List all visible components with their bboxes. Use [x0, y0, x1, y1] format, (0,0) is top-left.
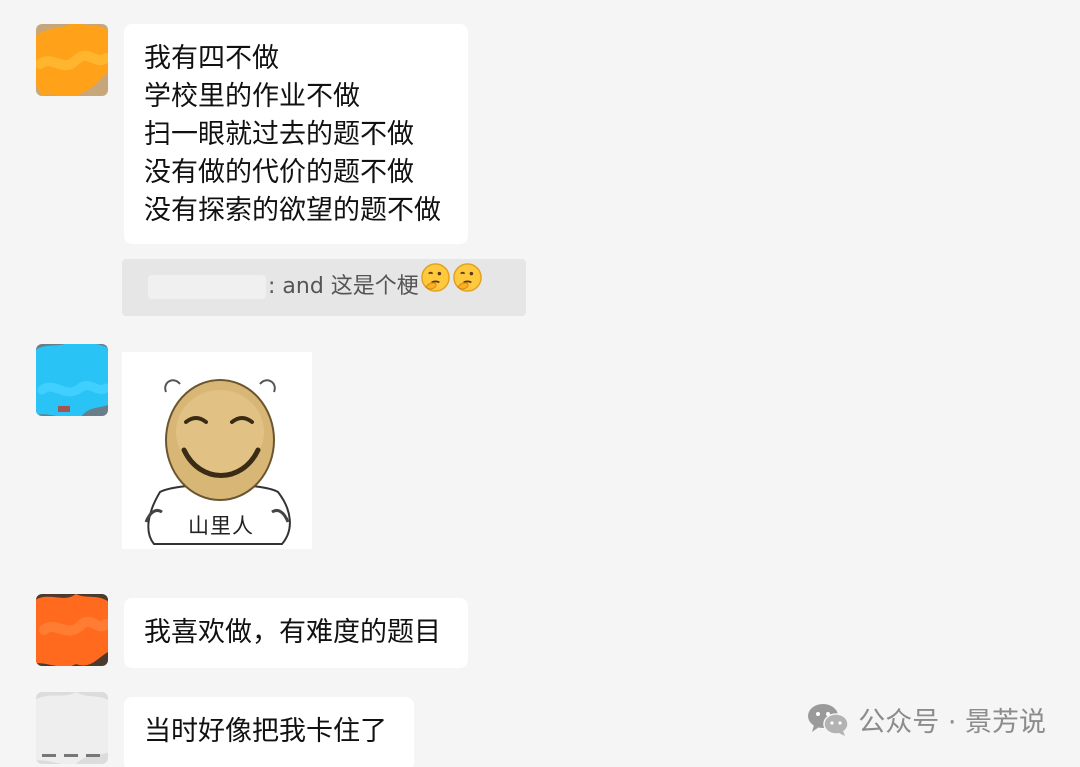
wechat-icon [808, 703, 849, 736]
message-bubble[interactable]: 我有四不做 学校里的作业不做 扫一眼就过去的题不做 没有做的代价的题不做 没有探… [124, 24, 468, 244]
message-bubble[interactable]: 我喜欢做，有难度的题目 [124, 598, 468, 668]
avatar[interactable] [36, 692, 108, 764]
avatar[interactable] [36, 24, 108, 96]
thinking-face-icon [420, 259, 451, 315]
message-text: 当时好像把我卡住了 [144, 716, 387, 747]
message-text: 我喜欢做，有难度的题目 [144, 617, 441, 648]
quoted-reply[interactable]: : and 这是个梗 [122, 259, 526, 316]
message-line: 没有探索的欲望的题不做 [144, 195, 441, 226]
message-line: 学校里的作业不做 [144, 81, 360, 112]
sticker-label: 山里人 [188, 514, 254, 538]
message-line: 扫一眼就过去的题不做 [144, 119, 414, 150]
sticker-image[interactable]: 山里人 [122, 352, 312, 549]
quote-text: : and 这是个梗 [268, 274, 419, 299]
avatar[interactable] [36, 594, 108, 666]
avatar[interactable] [36, 344, 108, 416]
watermark-text: 公众号 · 景芳说 [858, 707, 1046, 738]
redacted-sender [148, 275, 266, 299]
chat-window: 我有四不做 学校里的作业不做 扫一眼就过去的题不做 没有做的代价的题不做 没有探… [0, 0, 1080, 767]
message-line: 没有做的代价的题不做 [144, 157, 414, 188]
message-bubble[interactable]: 当时好像把我卡住了 [124, 697, 414, 767]
thinking-face-icon [452, 259, 483, 315]
message-line: 我有四不做 [144, 43, 279, 74]
watermark: 公众号 · 景芳说 [806, 700, 1046, 739]
